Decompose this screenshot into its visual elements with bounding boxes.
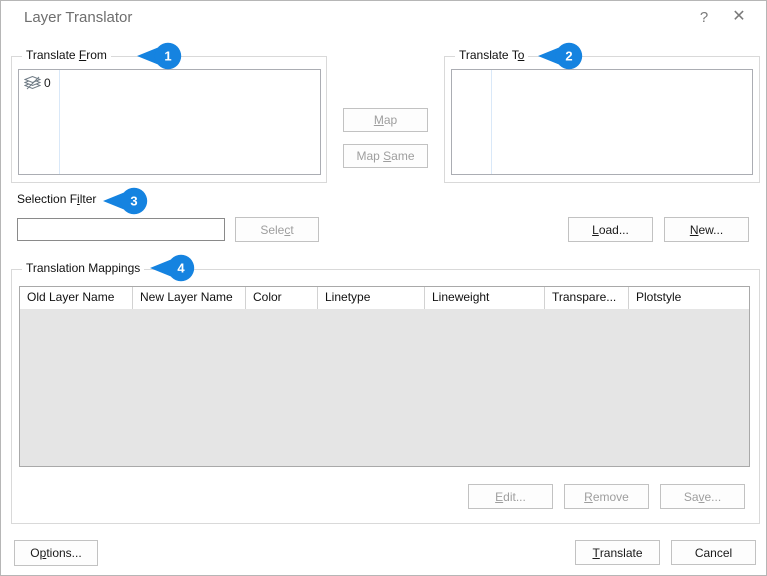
selection-filter-input[interactable]	[17, 218, 225, 241]
mappings-table[interactable]: Old Layer Name New Layer Name Color Line…	[19, 286, 750, 467]
label-pre: Sa	[684, 490, 699, 504]
load-button[interactable]: Load...	[568, 217, 653, 242]
new-button[interactable]: New...	[664, 217, 749, 242]
label-accel: L	[592, 223, 599, 237]
callout-number: 3	[130, 194, 137, 209]
mappings-table-header: Old Layer Name New Layer Name Color Line…	[20, 287, 749, 310]
label-post: ranslate	[600, 546, 643, 560]
save-button[interactable]: Save...	[660, 484, 745, 509]
label-post: lter	[80, 192, 97, 206]
close-icon[interactable]: ✕	[725, 5, 753, 30]
translate-from-label: Translate From	[22, 48, 111, 62]
label-pre: Translate	[26, 48, 79, 62]
label-accel: o	[518, 48, 525, 62]
label-post: dit...	[503, 490, 526, 504]
label-pre: O	[30, 546, 39, 560]
layers-icon	[24, 76, 41, 90]
label-post: t	[290, 223, 293, 237]
callout-1: 1	[137, 42, 183, 70]
layer-list-item[interactable]: 0	[24, 76, 51, 90]
label-accel: M	[374, 113, 384, 127]
label-post: tions...	[46, 546, 81, 560]
label-post: oad...	[599, 223, 629, 237]
column-header-transparency[interactable]: Transpare...	[545, 287, 629, 309]
label-accel: p	[40, 546, 47, 560]
column-header-lineweight[interactable]: Lineweight	[425, 287, 545, 309]
translate-button[interactable]: Translate	[575, 540, 660, 565]
map-same-button[interactable]: Map Same	[343, 144, 428, 168]
select-button[interactable]: Select	[235, 217, 319, 242]
callout-number: 4	[177, 261, 185, 276]
label-accel: N	[690, 223, 699, 237]
label-pre: Cancel	[695, 546, 732, 560]
label-post: ap	[384, 113, 397, 127]
callout-2: 2	[538, 42, 584, 70]
list-column-separator	[491, 70, 492, 174]
column-header-plotstyle[interactable]: Plotstyle	[629, 287, 749, 309]
label-post: ew...	[698, 223, 723, 237]
label-accel: S	[383, 149, 391, 163]
label-post: emove	[593, 490, 629, 504]
translate-to-label: Translate To	[455, 48, 528, 62]
help-icon[interactable]: ?	[691, 6, 717, 30]
callout-number: 1	[164, 49, 171, 64]
layer-name: 0	[44, 76, 51, 90]
translation-mappings-label: Translation Mappings	[22, 261, 144, 275]
translate-from-list[interactable]: 0	[18, 69, 321, 175]
callout-number: 2	[565, 49, 572, 64]
label-post: rom	[86, 48, 107, 62]
label-pre: Sele	[260, 223, 284, 237]
translate-to-list[interactable]	[451, 69, 753, 175]
list-column-separator	[59, 70, 60, 174]
mappings-table-body[interactable]	[20, 309, 749, 466]
edit-button[interactable]: Edit...	[468, 484, 553, 509]
callout-4: 4	[150, 254, 196, 282]
label-accel: T	[592, 546, 599, 560]
options-button[interactable]: Options...	[14, 540, 98, 566]
label-pre: Selection F	[17, 192, 77, 206]
column-header-linetype[interactable]: Linetype	[318, 287, 425, 309]
label-pre: Map	[356, 149, 383, 163]
layer-translator-dialog: Layer Translator ? ✕ Translate From 0 1 …	[0, 0, 767, 576]
label-post: e...	[705, 490, 722, 504]
label-post: ame	[391, 149, 414, 163]
label-accel: R	[584, 490, 593, 504]
column-header-new-layer-name[interactable]: New Layer Name	[133, 287, 246, 309]
label-accel: E	[495, 490, 503, 504]
selection-filter-label: Selection Filter	[17, 192, 96, 206]
window-title: Layer Translator	[24, 9, 132, 26]
remove-button[interactable]: Remove	[564, 484, 649, 509]
column-header-color[interactable]: Color	[246, 287, 318, 309]
map-button[interactable]: Map	[343, 108, 428, 132]
callout-3: 3	[103, 187, 149, 215]
column-header-old-layer-name[interactable]: Old Layer Name	[20, 287, 133, 309]
cancel-button[interactable]: Cancel	[671, 540, 756, 565]
label-pre: Translate T	[459, 48, 518, 62]
